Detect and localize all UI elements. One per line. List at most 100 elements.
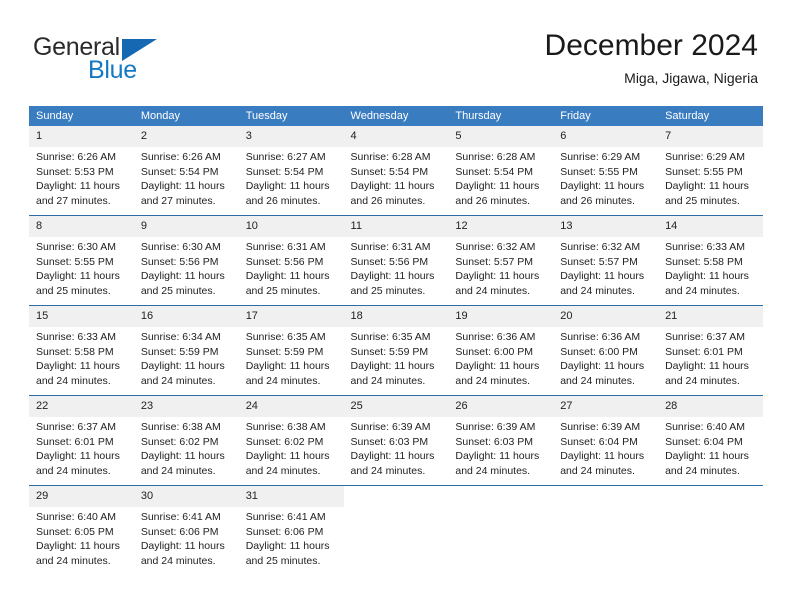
calendar-day-cell[interactable]: 29 Sunrise: 6:40 AM Sunset: 6:05 PM Dayligh… bbox=[29, 485, 134, 575]
calendar-day-cell[interactable]: 22 Sunrise: 6:37 AM Sunset: 6:01 PM Dayligh… bbox=[29, 395, 134, 486]
calendar-day-cell[interactable]: 24 Sunrise: 6:38 AM Sunset: 6:02 PM Dayligh… bbox=[238, 395, 344, 486]
calendar-day-cell[interactable]: 9 Sunrise: 6:30 AM Sunset: 5:56 PM Daylight… bbox=[133, 215, 239, 306]
day-number: 10 bbox=[238, 216, 344, 237]
calendar-day-cell[interactable]: 21 Sunrise: 6:37 AM Sunset: 6:01 PM Dayligh… bbox=[658, 305, 763, 396]
calendar-grid: Sunday Monday Tuesday Wednesday Thursday… bbox=[29, 106, 763, 575]
sunrise-text: Sunrise: 6:39 AM bbox=[560, 421, 641, 433]
daylight-text-line1: Daylight: 11 hours bbox=[140, 540, 225, 553]
calendar-day-cell-empty bbox=[448, 485, 554, 575]
sunset-text: Sunset: 6:02 PM bbox=[140, 435, 219, 448]
daylight-text-line1: Daylight: 11 hours bbox=[36, 360, 120, 373]
daylight-text-line1: Daylight: 11 hours bbox=[245, 270, 330, 283]
calendar-day-cell[interactable]: 11 Sunrise: 6:31 AM Sunset: 5:56 PM Dayligh… bbox=[343, 215, 449, 306]
day-number: 2 bbox=[133, 126, 239, 147]
sunrise-text: Sunrise: 6:39 AM bbox=[455, 421, 536, 433]
brand-logo[interactable]: General Blue bbox=[33, 33, 233, 85]
calendar-day-cell[interactable]: 16 Sunrise: 6:34 AM Sunset: 5:59 PM Dayligh… bbox=[133, 305, 239, 396]
sunrise-text: Sunrise: 6:29 AM bbox=[665, 151, 746, 163]
weekday-header-thursday: Thursday bbox=[448, 106, 554, 126]
sunrise-text: Sunrise: 6:33 AM bbox=[665, 241, 746, 253]
sunrise-text: Sunrise: 6:39 AM bbox=[350, 421, 431, 433]
daylight-text-line1: Daylight: 11 hours bbox=[560, 180, 645, 193]
daylight-text-line2: and 25 minutes. bbox=[245, 284, 321, 297]
sunset-text: Sunset: 5:54 PM bbox=[245, 165, 324, 178]
sunrise-text: Sunrise: 6:31 AM bbox=[350, 241, 431, 253]
calendar-day-cell[interactable]: 4 Sunrise: 6:28 AM Sunset: 5:54 PM Daylight… bbox=[343, 126, 449, 216]
sunset-text: Sunset: 5:58 PM bbox=[36, 345, 114, 358]
calendar-day-cell[interactable]: 13 Sunrise: 6:32 AM Sunset: 5:57 PM Dayligh… bbox=[553, 215, 659, 306]
daylight-text-line1: Daylight: 11 hours bbox=[350, 360, 435, 373]
calendar-day-cell[interactable]: 28 Sunrise: 6:40 AM Sunset: 6:04 PM Dayligh… bbox=[658, 395, 763, 486]
daylight-text-line2: and 24 minutes. bbox=[560, 374, 635, 387]
day-number: 15 bbox=[29, 306, 134, 327]
calendar-day-cell[interactable]: 10 Sunrise: 6:31 AM Sunset: 5:56 PM Dayligh… bbox=[238, 215, 344, 306]
day-details: Sunrise: 6:39 AM Sunset: 6:03 PM Daylight:… bbox=[344, 417, 449, 478]
day-number: 24 bbox=[238, 396, 344, 417]
calendar-day-cell[interactable]: 7 Sunrise: 6:29 AM Sunset: 5:55 PM Daylight… bbox=[658, 126, 763, 216]
sunrise-text: Sunrise: 6:40 AM bbox=[665, 421, 746, 433]
day-number: 11 bbox=[343, 216, 449, 237]
daylight-text-line1: Daylight: 11 hours bbox=[665, 270, 749, 283]
calendar-day-cell-empty bbox=[658, 485, 763, 575]
calendar-day-cell[interactable]: 3 Sunrise: 6:27 AM Sunset: 5:54 PM Daylight… bbox=[238, 126, 344, 216]
day-details: Sunrise: 6:31 AM Sunset: 5:56 PM Daylight:… bbox=[344, 237, 449, 298]
sunset-text: Sunset: 6:06 PM bbox=[140, 525, 219, 538]
day-details: Sunrise: 6:36 AM Sunset: 6:00 PM Daylight:… bbox=[553, 327, 658, 388]
sunrise-text: Sunrise: 6:36 AM bbox=[560, 331, 641, 343]
day-details: Sunrise: 6:29 AM Sunset: 5:55 PM Daylight:… bbox=[658, 147, 763, 208]
day-details: Sunrise: 6:38 AM Sunset: 6:02 PM Daylight:… bbox=[239, 417, 344, 478]
calendar-day-cell[interactable]: 17 Sunrise: 6:35 AM Sunset: 5:59 PM Dayligh… bbox=[238, 305, 344, 396]
sunset-text: Sunset: 6:00 PM bbox=[560, 345, 638, 358]
daylight-text-line2: and 26 minutes. bbox=[560, 194, 635, 207]
calendar-day-cell-empty bbox=[553, 485, 659, 575]
calendar-week-row: 29 Sunrise: 6:40 AM Sunset: 6:05 PM Dayligh… bbox=[29, 485, 763, 575]
daylight-text-line1: Daylight: 11 hours bbox=[455, 450, 540, 463]
calendar-day-cell-empty bbox=[343, 485, 449, 575]
calendar-day-cell[interactable]: 23 Sunrise: 6:38 AM Sunset: 6:02 PM Dayligh… bbox=[133, 395, 239, 486]
calendar-page: General Blue December 2024 Miga, Jigawa,… bbox=[0, 0, 792, 612]
sunrise-text: Sunrise: 6:28 AM bbox=[455, 151, 536, 163]
calendar-day-cell[interactable]: 12 Sunrise: 6:32 AM Sunset: 5:57 PM Dayligh… bbox=[448, 215, 554, 306]
calendar-week-row: 22 Sunrise: 6:37 AM Sunset: 6:01 PM Dayligh… bbox=[29, 395, 763, 486]
daylight-text-line1: Daylight: 11 hours bbox=[350, 270, 435, 283]
daylight-text-line2: and 25 minutes. bbox=[36, 284, 111, 297]
sunset-text: Sunset: 5:55 PM bbox=[665, 165, 743, 178]
daylight-text-line1: Daylight: 11 hours bbox=[140, 360, 225, 373]
day-details: Sunrise: 6:26 AM Sunset: 5:53 PM Daylight:… bbox=[29, 147, 134, 208]
day-number: 28 bbox=[658, 396, 763, 417]
daylight-text-line1: Daylight: 11 hours bbox=[665, 360, 749, 373]
calendar-day-cell[interactable]: 25 Sunrise: 6:39 AM Sunset: 6:03 PM Dayligh… bbox=[343, 395, 449, 486]
calendar-day-cell[interactable]: 14 Sunrise: 6:33 AM Sunset: 5:58 PM Dayligh… bbox=[658, 215, 763, 306]
calendar-day-cell[interactable]: 30 Sunrise: 6:41 AM Sunset: 6:06 PM Dayligh… bbox=[133, 485, 239, 575]
daylight-text-line1: Daylight: 11 hours bbox=[665, 450, 749, 463]
daylight-text-line2: and 24 minutes. bbox=[140, 554, 216, 567]
weekday-header-tuesday: Tuesday bbox=[238, 106, 344, 126]
day-number: 7 bbox=[658, 126, 763, 147]
day-details: Sunrise: 6:26 AM Sunset: 5:54 PM Daylight:… bbox=[134, 147, 239, 208]
day-details: Sunrise: 6:31 AM Sunset: 5:56 PM Daylight:… bbox=[239, 237, 344, 298]
day-details: Sunrise: 6:41 AM Sunset: 6:06 PM Daylight:… bbox=[239, 507, 344, 568]
calendar-day-cell[interactable]: 5 Sunrise: 6:28 AM Sunset: 5:54 PM Daylight… bbox=[448, 126, 554, 216]
calendar-day-cell[interactable]: 15 Sunrise: 6:33 AM Sunset: 5:58 PM Dayligh… bbox=[29, 305, 134, 396]
calendar-day-cell[interactable]: 6 Sunrise: 6:29 AM Sunset: 5:55 PM Daylight… bbox=[553, 126, 659, 216]
sunset-text: Sunset: 5:59 PM bbox=[245, 345, 324, 358]
daylight-text-line2: and 24 minutes. bbox=[245, 464, 321, 477]
calendar-day-cell[interactable]: 2 Sunrise: 6:26 AM Sunset: 5:54 PM Daylight… bbox=[133, 126, 239, 216]
calendar-day-cell[interactable]: 1 Sunrise: 6:26 AM Sunset: 5:53 PM Daylight… bbox=[29, 126, 134, 216]
daylight-text-line2: and 26 minutes. bbox=[245, 194, 321, 207]
daylight-text-line2: and 24 minutes. bbox=[665, 284, 740, 297]
calendar-day-cell[interactable]: 20 Sunrise: 6:36 AM Sunset: 6:00 PM Dayligh… bbox=[553, 305, 659, 396]
sunset-text: Sunset: 5:55 PM bbox=[560, 165, 638, 178]
weekday-header-row: Sunday Monday Tuesday Wednesday Thursday… bbox=[29, 106, 763, 126]
sunset-text: Sunset: 6:01 PM bbox=[36, 435, 114, 448]
calendar-day-cell[interactable]: 8 Sunrise: 6:30 AM Sunset: 5:55 PM Daylight… bbox=[29, 215, 134, 306]
day-details: Sunrise: 6:35 AM Sunset: 5:59 PM Daylight:… bbox=[239, 327, 344, 388]
calendar-day-cell[interactable]: 19 Sunrise: 6:36 AM Sunset: 6:00 PM Dayligh… bbox=[448, 305, 554, 396]
sunrise-text: Sunrise: 6:32 AM bbox=[455, 241, 536, 253]
calendar-day-cell[interactable]: 31 Sunrise: 6:41 AM Sunset: 6:06 PM Dayligh… bbox=[238, 485, 344, 575]
calendar-day-cell[interactable]: 27 Sunrise: 6:39 AM Sunset: 6:04 PM Dayligh… bbox=[553, 395, 659, 486]
calendar-day-cell[interactable]: 18 Sunrise: 6:35 AM Sunset: 5:59 PM Dayligh… bbox=[343, 305, 449, 396]
daylight-text-line2: and 24 minutes. bbox=[140, 374, 216, 387]
day-details: Sunrise: 6:41 AM Sunset: 6:06 PM Daylight:… bbox=[134, 507, 239, 568]
calendar-day-cell[interactable]: 26 Sunrise: 6:39 AM Sunset: 6:03 PM Dayligh… bbox=[448, 395, 554, 486]
